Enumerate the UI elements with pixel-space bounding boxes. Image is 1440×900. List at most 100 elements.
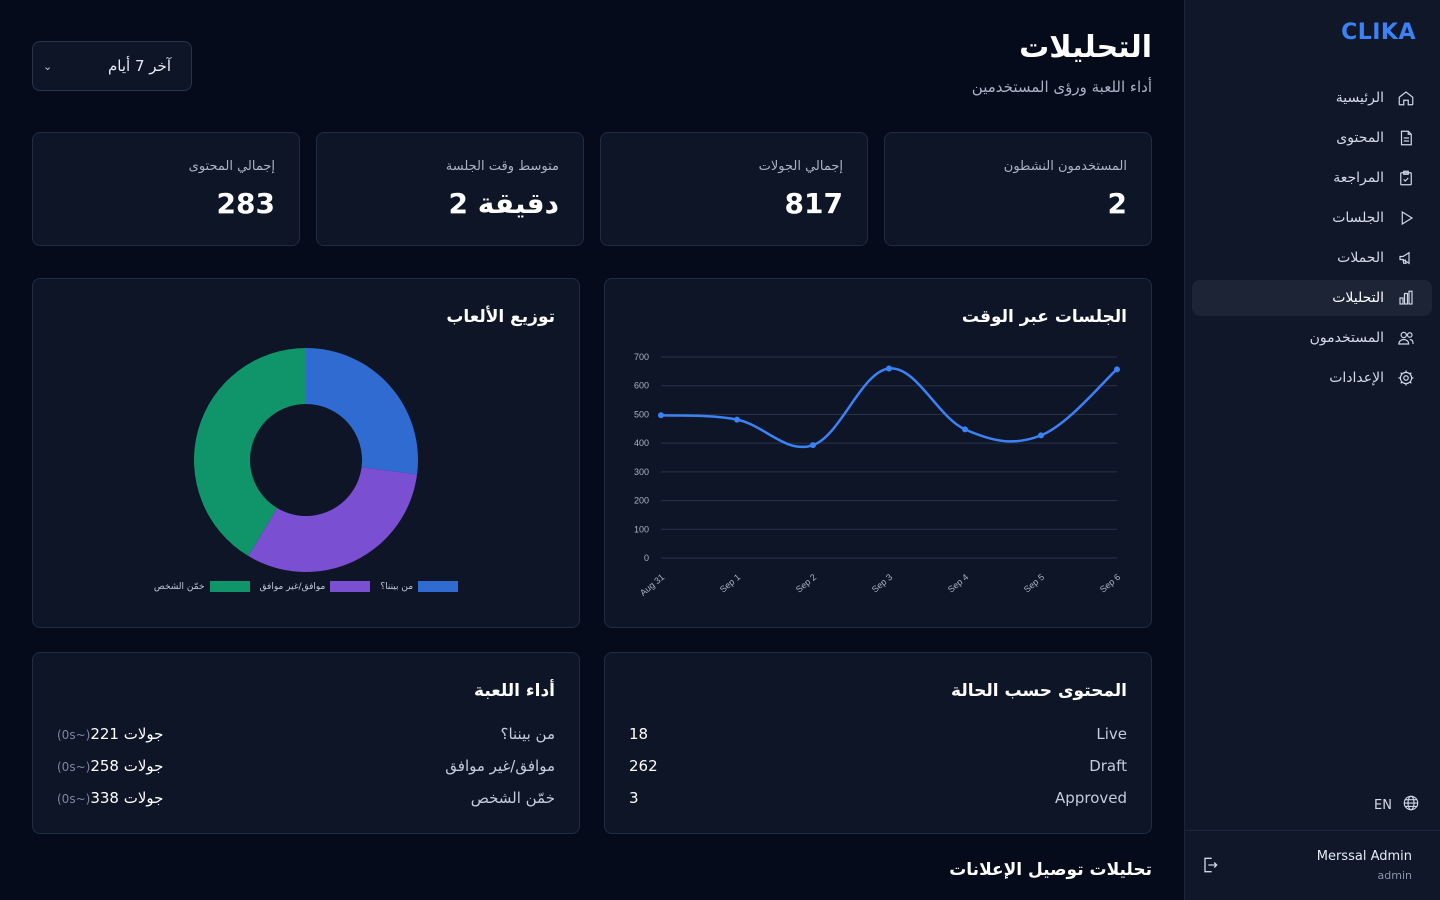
legend-label: موافق/غير موافق: [259, 581, 326, 592]
x-tick-label: Sep 3: [870, 572, 894, 595]
sidebar-item-content[interactable]: المحتوى: [1192, 120, 1432, 156]
sidebar-item-label: الإعدادات: [1329, 370, 1384, 386]
y-tick-label: 300: [634, 467, 649, 477]
sidebar-item-campaigns[interactable]: الحملات: [1192, 240, 1432, 276]
rounds-count: 258 جولات: [90, 757, 164, 775]
y-tick-label: 400: [634, 438, 649, 448]
list-item: (0s~)258 جولات موافق/غير موافق: [57, 755, 555, 777]
list-item: (0s~)338 جولات خمّن الشخص: [57, 787, 555, 809]
sidebar-item-home[interactable]: الرئيسية: [1192, 80, 1432, 116]
page-title: التحليلات: [1019, 30, 1152, 65]
list-item: 18 Live: [629, 723, 1127, 745]
rounds-count: 221 جولات: [90, 725, 164, 743]
legend-swatch: [418, 581, 459, 592]
legend-item[interactable]: خمّن الشخص: [154, 581, 250, 592]
legend-item[interactable]: من بيننا؟: [380, 581, 459, 592]
avg-time: (0s~): [57, 760, 91, 774]
x-tick-label: Sep 5: [1022, 572, 1046, 595]
data-point: [734, 416, 740, 423]
sessions-chart-card: الجلسات عبر الوقت 0 100 200 300 400 500 600 700…: [604, 278, 1152, 628]
avg-time: (0s~): [57, 728, 91, 742]
sessions-line-chart: 0 100 200 300 400 500 600 700 Aug 31 Sep 1 Sep 2 Se…: [634, 352, 1122, 598]
x-tick-label: Sep 1: [718, 572, 742, 595]
y-tick-label: 600: [634, 381, 649, 391]
games-chart-card: توزيع الألعاب خمّن الشخص موافق/غير موافق…: [32, 278, 580, 628]
bar-chart-icon: [1396, 288, 1416, 308]
date-range-value: آخر 7 أيام: [108, 57, 171, 75]
user-panel: Merssal Admin admin: [1184, 830, 1440, 900]
game-label: خمّن الشخص: [470, 789, 555, 807]
x-tick-label: Sep 2: [794, 572, 818, 595]
page-subtitle: أداء اللعبة ورؤى المستخدمين: [971, 78, 1152, 96]
stat-value: 2: [1107, 187, 1127, 220]
sidebar-item-label: المراجعة: [1333, 170, 1384, 186]
data-point: [1114, 366, 1120, 373]
avg-time: (0s~): [57, 792, 91, 806]
game-label: موافق/غير موافق: [445, 757, 555, 775]
user-name: Merssal Admin: [1316, 849, 1412, 864]
card-title: المحتوى حسب الحالة: [951, 681, 1127, 701]
series-line: [660, 367, 1118, 449]
data-point: [1038, 432, 1044, 439]
sidebar-item-analytics[interactable]: التحليلات: [1192, 280, 1432, 316]
sidebar: CLIKA الرئيسية المحتوى المراجعة الجلسات …: [1184, 0, 1440, 900]
status-count: 18: [629, 725, 649, 743]
sidebar-item-label: الجلسات: [1332, 210, 1384, 226]
status-label: Draft: [1089, 757, 1127, 775]
brand-logo[interactable]: CLIKA: [1341, 20, 1416, 45]
megaphone-icon: [1396, 248, 1416, 268]
document-icon: [1396, 128, 1416, 148]
y-tick-label: 700: [634, 352, 649, 362]
y-tick-label: 200: [634, 496, 649, 506]
status-count: 262: [629, 757, 658, 775]
sidebar-item-review[interactable]: المراجعة: [1192, 160, 1432, 196]
stat-label: متوسط وقت الجلسة: [445, 159, 559, 174]
data-point: [658, 412, 664, 419]
stat-card-active-users: المستخدمون النشطون 2: [884, 132, 1152, 246]
stat-label: المستخدمون النشطون: [1003, 159, 1127, 174]
sidebar-item-sessions[interactable]: الجلسات: [1192, 200, 1432, 236]
data-point: [810, 442, 816, 449]
sidebar-nav: الرئيسية المحتوى المراجعة الجلسات الحملا…: [1192, 80, 1432, 400]
game-performance-card: أداء اللعبة (0s~)221 جولات من بيننا؟ (0s…: [32, 652, 580, 834]
language-switcher[interactable]: EN: [1374, 794, 1420, 816]
list-item: 262 Draft: [629, 755, 1127, 777]
clipboard-check-icon: [1396, 168, 1416, 188]
chart-legend: خمّن الشخص موافق/غير موافق من بيننا؟: [33, 581, 579, 592]
performance-value: (0s~)338 جولات: [57, 789, 163, 807]
data-point: [886, 365, 892, 372]
x-tick-label: Sep 4: [946, 572, 970, 595]
sidebar-item-settings[interactable]: الإعدادات: [1192, 360, 1432, 396]
y-tick-label: 500: [634, 409, 649, 419]
legend-swatch: [330, 581, 371, 592]
performance-value: (0s~)258 جولات: [57, 757, 163, 775]
sidebar-item-label: التحليلات: [1332, 290, 1384, 306]
stat-value: 2 دقيقة: [448, 187, 560, 220]
gear-icon: [1396, 368, 1416, 388]
sidebar-item-label: المستخدمون: [1309, 330, 1384, 346]
logout-icon: [1200, 857, 1220, 879]
chevron-down-icon: ⌄: [43, 59, 53, 73]
list-item: 3 Approved: [629, 787, 1127, 809]
language-label: EN: [1374, 797, 1392, 813]
home-icon: [1396, 88, 1416, 108]
data-point: [962, 426, 968, 433]
stat-value: 817: [784, 187, 843, 220]
games-donut-chart: [193, 348, 418, 572]
sidebar-item-users[interactable]: المستخدمون: [1192, 320, 1432, 356]
user-role: admin: [1377, 869, 1412, 882]
stat-label: إجمالي المحتوى: [188, 159, 275, 174]
sidebar-item-label: الحملات: [1337, 250, 1384, 266]
legend-label: من بيننا؟: [380, 581, 414, 592]
logout-button[interactable]: [1200, 855, 1220, 879]
pie-slice: [306, 348, 418, 475]
sidebar-item-label: الرئيسية: [1335, 90, 1384, 106]
legend-item[interactable]: موافق/غير موافق: [260, 581, 371, 592]
y-tick-label: 0: [644, 553, 649, 563]
stat-card-total-content: إجمالي المحتوى 283: [32, 132, 300, 246]
globe-icon: [1402, 794, 1420, 816]
date-range-select[interactable]: ⌄ آخر 7 أيام: [32, 41, 192, 91]
x-tick-label: Aug 31: [638, 572, 666, 598]
stat-card-avg-session: متوسط وقت الجلسة 2 دقيقة: [316, 132, 584, 246]
x-tick-label: Sep 6: [1098, 572, 1122, 595]
